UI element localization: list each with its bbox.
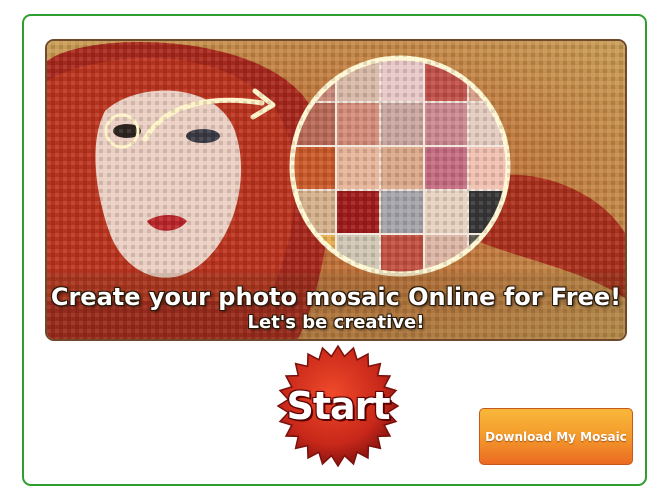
- mosaic-banner: Create your photo mosaic Online for Free…: [45, 39, 627, 341]
- banner-subheadline: Let's be creative!: [247, 312, 425, 333]
- banner-headline: Create your photo mosaic Online for Free…: [50, 283, 622, 311]
- start-button[interactable]: Start: [276, 344, 400, 468]
- start-button-label: Start: [286, 384, 390, 428]
- download-my-mosaic-button[interactable]: Download My Mosaic: [479, 408, 633, 465]
